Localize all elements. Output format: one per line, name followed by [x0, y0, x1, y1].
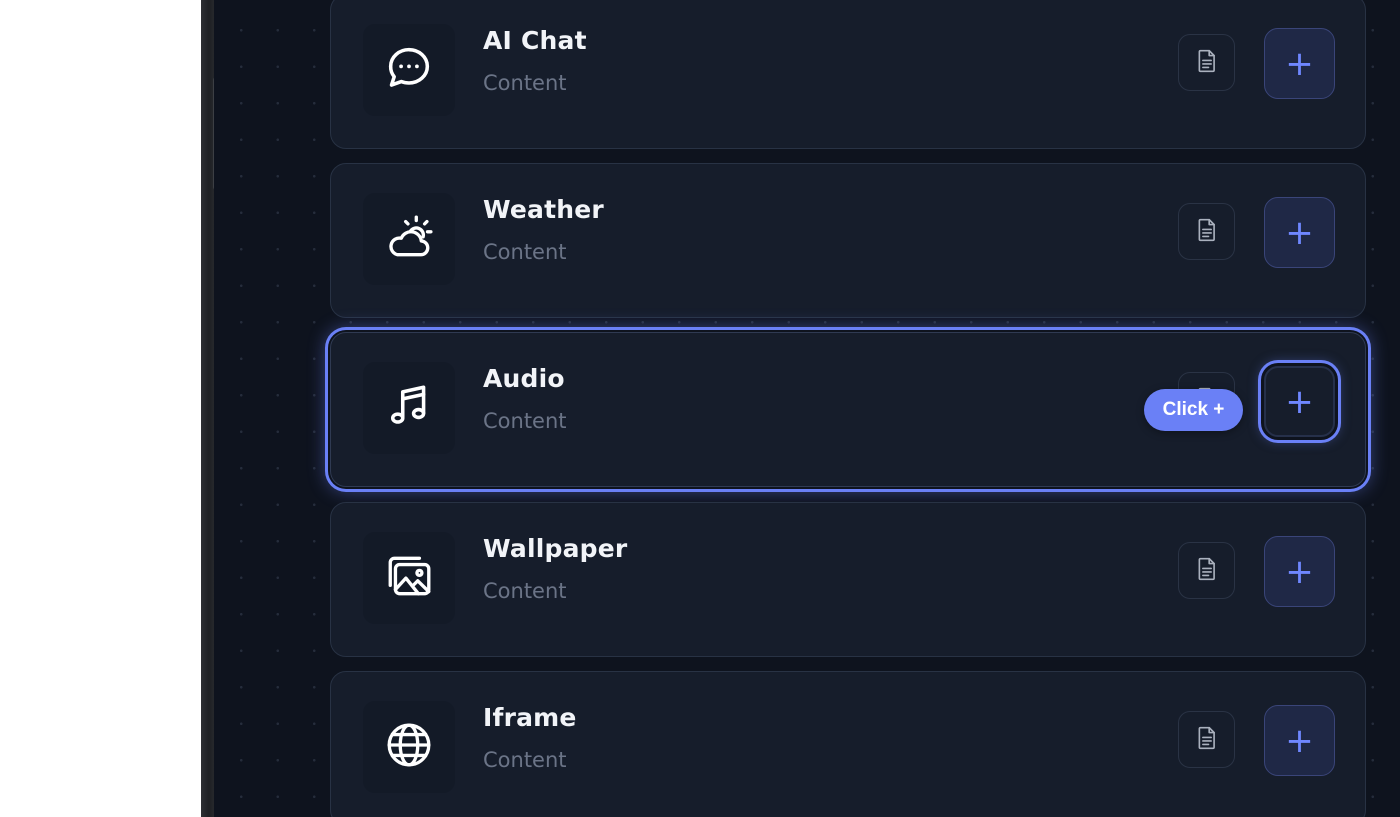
- widget-icon-box: [363, 532, 455, 624]
- view-document-button[interactable]: [1178, 203, 1235, 260]
- left-blank-area: [0, 0, 201, 817]
- widget-title: AI Chat: [483, 26, 587, 55]
- globe-icon: [384, 720, 434, 774]
- widget-card-wallpaper[interactable]: Wallpaper Content +: [330, 502, 1366, 657]
- widget-icon-box: [363, 362, 455, 454]
- document-icon: [1196, 557, 1218, 585]
- click-hint-tooltip: Click +: [1144, 389, 1243, 431]
- view-document-button[interactable]: [1178, 34, 1235, 91]
- weather-cloud-sun-icon: [384, 212, 434, 266]
- widget-subtitle: Content: [483, 240, 567, 264]
- view-document-button[interactable]: [1178, 542, 1235, 599]
- widget-subtitle: Content: [483, 71, 567, 95]
- view-document-button[interactable]: [1178, 711, 1235, 768]
- widget-subtitle: Content: [483, 579, 567, 603]
- widget-icon-box: [363, 193, 455, 285]
- add-widget-button[interactable]: +: [1264, 536, 1335, 607]
- widget-card-audio[interactable]: Audio Content Click + +: [330, 332, 1366, 487]
- document-icon: [1196, 726, 1218, 754]
- document-icon: [1196, 218, 1218, 246]
- widget-title: Weather: [483, 195, 604, 224]
- add-widget-button[interactable]: +: [1264, 28, 1335, 99]
- widget-card-weather[interactable]: Weather Content +: [330, 163, 1366, 318]
- add-widget-button[interactable]: +: [1264, 366, 1335, 437]
- widget-subtitle: Content: [483, 409, 567, 433]
- widget-title: Audio: [483, 364, 565, 393]
- widget-subtitle: Content: [483, 748, 567, 772]
- widget-list-panel: AI Chat Content + Weather Content + Audi…: [214, 0, 1400, 817]
- widget-title: Wallpaper: [483, 534, 628, 563]
- music-note-icon: [384, 381, 434, 435]
- widget-title: Iframe: [483, 703, 577, 732]
- add-widget-button[interactable]: +: [1264, 705, 1335, 776]
- widget-card-iframe[interactable]: Iframe Content +: [330, 671, 1366, 817]
- widget-card-ai-chat[interactable]: AI Chat Content +: [330, 0, 1366, 149]
- window-frame-edge: [201, 0, 219, 817]
- image-gallery-icon: [384, 551, 434, 605]
- widget-icon-box: [363, 24, 455, 116]
- chat-bubble-icon: [384, 43, 434, 97]
- add-widget-button[interactable]: +: [1264, 197, 1335, 268]
- widget-icon-box: [363, 701, 455, 793]
- document-icon: [1196, 49, 1218, 77]
